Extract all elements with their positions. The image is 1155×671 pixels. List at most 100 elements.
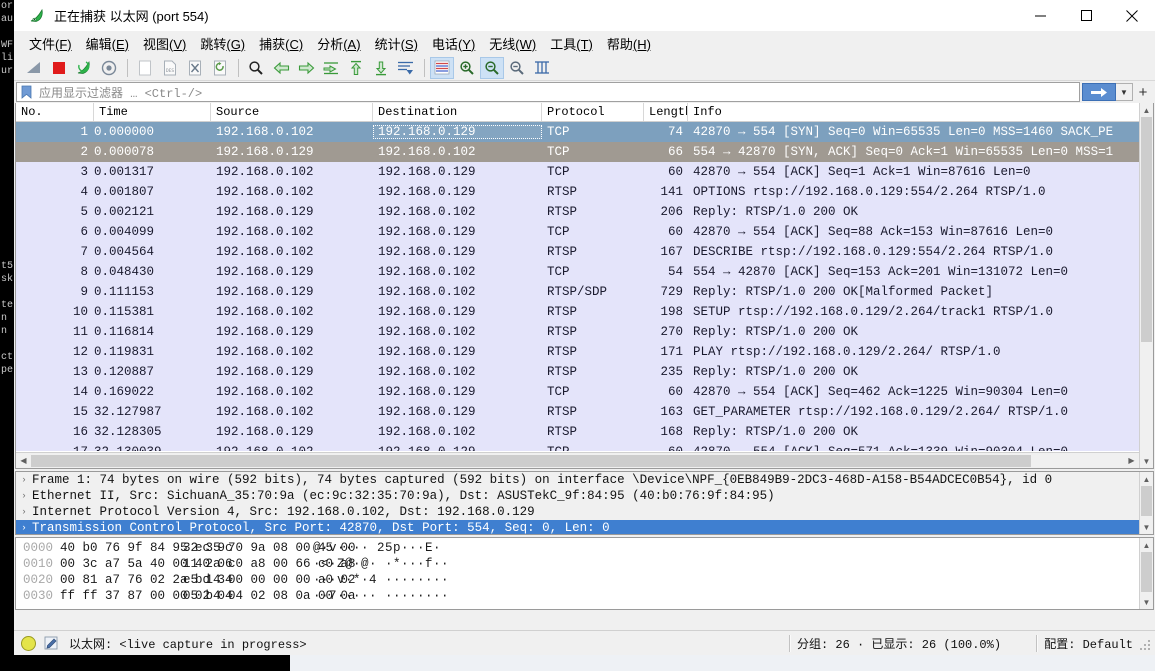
detail-scroll-down-arrow-icon[interactable]: ▼ xyxy=(1140,520,1153,534)
go-to-last-icon[interactable] xyxy=(369,57,393,79)
bytes-scroll-thumb[interactable] xyxy=(1141,552,1152,592)
capture-options-icon[interactable] xyxy=(97,57,121,79)
bytes-scroll-down-arrow-icon[interactable]: ▼ xyxy=(1140,595,1153,609)
go-to-packet-icon[interactable] xyxy=(319,57,343,79)
menu-go[interactable]: 跳转(G) xyxy=(193,32,252,55)
menu-help[interactable]: 帮助(H) xyxy=(600,32,658,55)
table-row[interactable]: 13 0.120887 192.168.0.129 192.168.0.102 RTSP… xyxy=(16,362,1139,382)
chevron-right-icon[interactable]: › xyxy=(16,491,32,501)
hex-dump-row[interactable]: 0010 00 3c a7 5a 40 00 40 06 11 2a c0 a8 0… xyxy=(16,556,1139,572)
table-row[interactable]: 16 32.128305 192.168.0.129 192.168.0.102 RTS… xyxy=(16,422,1139,442)
minimize-button[interactable] xyxy=(1017,0,1063,31)
expert-info-bulb-icon[interactable] xyxy=(21,635,36,651)
detail-tree-item[interactable]: › Internet Protocol Version 4, Src: 192.1… xyxy=(16,504,1139,520)
table-row[interactable]: 5 0.002121 192.168.0.129 192.168.0.102 RTSP 2… xyxy=(16,202,1139,222)
zoom-in-icon[interactable] xyxy=(455,57,479,79)
table-row[interactable]: 11 0.116814 192.168.0.129 192.168.0.102 RTSP… xyxy=(16,322,1139,342)
packet-list-horizontal-scrollbar[interactable]: ◀ ▶ xyxy=(16,452,1139,468)
chevron-down-icon[interactable]: ▼ xyxy=(1116,83,1133,101)
detail-tree-item[interactable]: › Frame 1: 74 bytes on wire (592 bits), 7… xyxy=(16,472,1139,488)
packet-detail-tree[interactable]: › Frame 1: 74 bytes on wire (592 bits), 7… xyxy=(16,472,1139,534)
column-header-no[interactable]: No. xyxy=(16,103,94,121)
hex-dump-row[interactable]: 0020 00 81 a7 76 02 2a bd 34 e5 14 00 00 0… xyxy=(16,572,1139,588)
packet-list-rows[interactable]: 1 0.000000 192.168.0.102 192.168.0.129 TCP 74… xyxy=(16,122,1139,451)
table-row[interactable]: 1 0.000000 192.168.0.102 192.168.0.129 TCP 74… xyxy=(16,122,1139,142)
menu-file[interactable]: 文件(F) xyxy=(22,32,79,55)
column-header-protocol[interactable]: Protocol xyxy=(542,103,644,121)
table-row[interactable]: 15 32.127987 192.168.0.102 192.168.0.129 RTS… xyxy=(16,402,1139,422)
column-header-source[interactable]: Source xyxy=(211,103,373,121)
chevron-right-icon[interactable]: › xyxy=(16,475,32,485)
table-row[interactable]: 9 0.111153 192.168.0.129 192.168.0.102 RTSP/… xyxy=(16,282,1139,302)
colorize-icon[interactable] xyxy=(430,56,454,79)
save-file-icon[interactable]: DES xyxy=(158,57,182,79)
display-filter-input[interactable]: 应用显示过滤器 … <Ctrl-/> xyxy=(16,82,1080,102)
packet-bytes-vertical-scrollbar[interactable]: ▲ ▼ xyxy=(1139,538,1153,609)
menu-edit[interactable]: 编辑(E) xyxy=(79,32,136,55)
menu-telephony[interactable]: 电话(Y) xyxy=(425,32,482,55)
close-button[interactable] xyxy=(1109,0,1155,31)
open-file-icon[interactable] xyxy=(133,57,157,79)
hex-dump-row[interactable]: 0030 ff ff 37 87 00 00 02 04 05 b4 04 02 0… xyxy=(16,588,1139,604)
zoom-reset-icon[interactable] xyxy=(505,57,529,79)
menu-capture[interactable]: 捕获(C) xyxy=(252,32,310,55)
table-row[interactable]: 12 0.119831 192.168.0.102 192.168.0.129 RTSP… xyxy=(16,342,1139,362)
maximize-button[interactable] xyxy=(1063,0,1109,31)
go-forward-icon[interactable] xyxy=(294,57,318,79)
stop-capture-icon[interactable] xyxy=(47,57,71,79)
table-row[interactable]: 1732.130039192.168.0.102192.168.0.129TCP… xyxy=(16,442,1139,451)
chevron-right-icon[interactable]: › xyxy=(16,523,32,533)
column-header-destination[interactable]: Destination xyxy=(373,103,542,121)
column-header-info[interactable]: Info xyxy=(688,103,1128,121)
scroll-up-arrow-icon[interactable]: ▲ xyxy=(1140,103,1153,117)
profile-status[interactable]: 配置: Default xyxy=(1030,634,1133,652)
bytes-scroll-up-arrow-icon[interactable]: ▲ xyxy=(1140,538,1153,552)
scroll-right-arrow-icon[interactable]: ▶ xyxy=(1124,453,1139,468)
packet-list-scroll-thumb[interactable] xyxy=(1141,117,1152,342)
hex-dump-row[interactable]: 0000 40 b0 76 9f 84 95 ec 9c 32 35 70 9a 0… xyxy=(16,540,1139,556)
menu-view[interactable]: 视图(V) xyxy=(136,32,193,55)
go-to-first-icon[interactable] xyxy=(344,57,368,79)
scroll-down-arrow-icon[interactable]: ▼ xyxy=(1140,454,1153,468)
detail-tree-item[interactable]: › Transmission Control Protocol, Src Port… xyxy=(16,520,1139,534)
resize-columns-icon[interactable] xyxy=(530,57,554,79)
table-row[interactable]: 3 0.001317 192.168.0.102 192.168.0.129 TCP 60… xyxy=(16,162,1139,182)
column-header-time[interactable]: Time xyxy=(94,103,211,121)
hex-offset: 0020 xyxy=(23,573,54,587)
table-row[interactable]: 10 0.115381 192.168.0.102 192.168.0.129 RTSP… xyxy=(16,302,1139,322)
table-row[interactable]: 14 0.169022 192.168.0.102 192.168.0.129 TCP 6… xyxy=(16,382,1139,402)
table-row[interactable]: 6 0.004099 192.168.0.102 192.168.0.129 TCP 60… xyxy=(16,222,1139,242)
menu-wireless[interactable]: 无线(W) xyxy=(482,32,543,55)
horizontal-scroll-track[interactable] xyxy=(31,454,1124,468)
close-file-icon[interactable] xyxy=(183,57,207,79)
menu-analyze[interactable]: 分析(A) xyxy=(310,32,367,55)
table-row[interactable]: 4 0.001807 192.168.0.102 192.168.0.129 RTSP 1… xyxy=(16,182,1139,202)
menu-statistics[interactable]: 统计(S) xyxy=(368,32,425,55)
auto-scroll-icon[interactable] xyxy=(394,57,418,79)
go-back-icon[interactable] xyxy=(269,57,293,79)
packet-list-vertical-scrollbar[interactable]: ▲ ▼ xyxy=(1139,103,1153,468)
detail-scroll-up-arrow-icon[interactable]: ▲ xyxy=(1140,472,1153,486)
horizontal-scroll-thumb[interactable] xyxy=(31,454,1031,467)
restart-capture-icon[interactable] xyxy=(72,57,96,79)
start-capture-icon[interactable] xyxy=(22,57,46,79)
column-header-length[interactable]: Length xyxy=(644,103,688,121)
capture-comment-icon[interactable] xyxy=(44,636,60,651)
find-packet-icon[interactable] xyxy=(244,57,268,79)
zoom-out-icon[interactable] xyxy=(480,56,504,79)
reload-file-icon[interactable] xyxy=(208,57,232,79)
table-row[interactable]: 7 0.004564 192.168.0.102 192.168.0.129 RTSP 1… xyxy=(16,242,1139,262)
packet-bytes-rows[interactable]: 0000 40 b0 76 9f 84 95 ec 9c 32 35 70 9a 0… xyxy=(16,540,1139,609)
table-row[interactable]: 2 0.000078 192.168.0.129 192.168.0.102 TCP 66… xyxy=(16,142,1139,162)
menu-tools[interactable]: 工具(T) xyxy=(543,32,600,55)
filter-bookmark-icon[interactable] xyxy=(18,83,34,101)
detail-tree-item[interactable]: › Ethernet II, Src: SichuanA_35:70:9a (ec… xyxy=(16,488,1139,504)
scroll-left-arrow-icon[interactable]: ◀ xyxy=(16,453,31,468)
resize-grip-icon[interactable] xyxy=(1140,640,1152,652)
detail-scroll-thumb[interactable] xyxy=(1141,486,1152,516)
packet-detail-vertical-scrollbar[interactable]: ▲ ▼ xyxy=(1139,472,1153,534)
table-row[interactable]: 8 0.048430 192.168.0.129 192.168.0.102 TCP 54… xyxy=(16,262,1139,282)
apply-filter-arrow-icon[interactable] xyxy=(1082,83,1116,101)
add-filter-button[interactable]: + xyxy=(1133,84,1153,101)
chevron-right-icon[interactable]: › xyxy=(16,507,32,517)
